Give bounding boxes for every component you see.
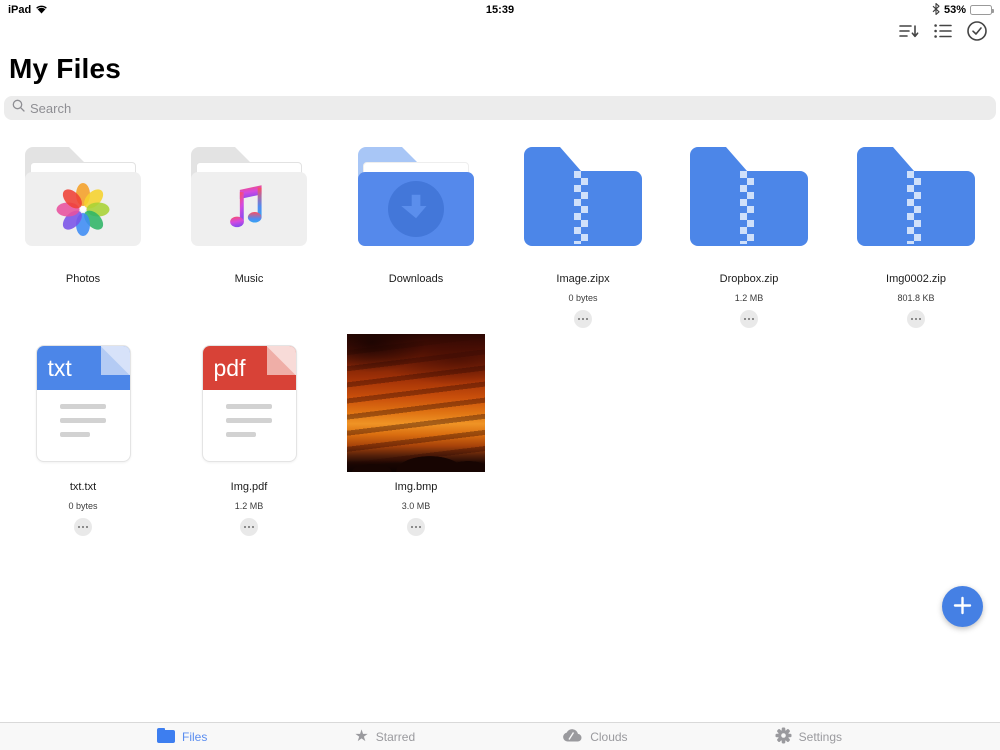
file-item-music[interactable]: Music bbox=[166, 140, 332, 285]
download-arrow-icon bbox=[388, 181, 444, 237]
file-item-downloads[interactable]: Downloads bbox=[333, 140, 499, 285]
plus-icon bbox=[953, 596, 972, 618]
file-item-photos[interactable]: Photos bbox=[0, 140, 166, 285]
folder-icon bbox=[157, 727, 175, 743]
text-lines-icon bbox=[203, 404, 296, 437]
txt-file-icon: txt bbox=[35, 345, 131, 462]
item-name: Img0002.zip bbox=[886, 273, 946, 285]
cloud-icon bbox=[562, 728, 583, 745]
tab-settings[interactable]: Settings bbox=[775, 727, 842, 747]
item-size: 1.2 MB bbox=[234, 501, 264, 511]
file-item-img0002-zip[interactable]: Img0002.zip 801.8 KB bbox=[833, 140, 999, 328]
select-circle-check-icon[interactable] bbox=[964, 18, 990, 44]
tab-starred[interactable]: ★ Starred bbox=[354, 727, 416, 745]
battery-icon bbox=[970, 5, 994, 15]
star-icon: ★ bbox=[354, 727, 369, 745]
pdf-file-icon: pdf bbox=[201, 345, 297, 462]
file-item-bmp[interactable]: Img.bmp 3.0 MB bbox=[333, 330, 499, 536]
item-name: Photos bbox=[65, 273, 101, 285]
more-options-button[interactable] bbox=[907, 310, 925, 328]
tab-label: Clouds bbox=[590, 729, 628, 744]
sort-descending-icon[interactable] bbox=[896, 18, 922, 44]
more-options-button[interactable] bbox=[74, 518, 92, 536]
toolbar bbox=[896, 18, 990, 44]
file-item-dropbox-zip[interactable]: Dropbox.zip 1.2 MB bbox=[666, 140, 832, 328]
item-name: Music bbox=[234, 273, 264, 285]
photos-folder-icon bbox=[25, 147, 141, 246]
tab-clouds[interactable]: Clouds bbox=[562, 728, 628, 745]
status-bar: iPad 15:39 53% bbox=[0, 0, 1000, 20]
file-item-txt[interactable]: txt txt.txt 0 bytes bbox=[0, 330, 166, 536]
tab-files[interactable]: Files bbox=[157, 727, 208, 744]
item-size: 1.2 MB bbox=[734, 293, 764, 303]
item-name: Img.bmp bbox=[394, 481, 438, 493]
sunset-image-thumbnail bbox=[347, 334, 485, 472]
file-manager-screen: iPad 15:39 53% My Files Search Photos Mu… bbox=[0, 0, 1000, 750]
add-file-button[interactable] bbox=[942, 586, 983, 627]
tab-label: Starred bbox=[375, 729, 416, 744]
more-options-button[interactable] bbox=[240, 518, 258, 536]
search-icon bbox=[12, 99, 25, 117]
item-size: 801.8 KB bbox=[897, 293, 935, 303]
zip-folder-icon bbox=[857, 147, 975, 246]
more-options-button[interactable] bbox=[740, 310, 758, 328]
file-item-image-zipx[interactable]: Image.zipx 0 bytes bbox=[500, 140, 666, 328]
file-item-pdf[interactable]: pdf Img.pdf 1.2 MB bbox=[166, 330, 332, 536]
item-name: Img.pdf bbox=[230, 481, 268, 493]
text-lines-icon bbox=[37, 404, 130, 437]
item-name: txt.txt bbox=[69, 481, 97, 493]
zipper-icon bbox=[907, 171, 921, 244]
item-name: Image.zipx bbox=[556, 273, 610, 285]
zipper-icon bbox=[574, 171, 588, 244]
downloads-folder-icon bbox=[358, 147, 474, 246]
more-options-button[interactable] bbox=[407, 518, 425, 536]
zipper-icon bbox=[740, 171, 754, 244]
item-size: 0 bytes bbox=[68, 501, 98, 511]
list-view-icon[interactable] bbox=[930, 18, 956, 44]
more-options-button[interactable] bbox=[574, 310, 592, 328]
tab-label: Settings bbox=[798, 729, 842, 744]
photos-flower-icon bbox=[55, 181, 111, 237]
music-note-icon bbox=[226, 183, 272, 236]
item-size: 3.0 MB bbox=[401, 501, 431, 511]
clock: 15:39 bbox=[485, 4, 515, 16]
item-name: Dropbox.zip bbox=[719, 273, 779, 285]
tab-bar: Files ★ Starred Clouds Settings bbox=[0, 722, 1000, 750]
page-title: My Files bbox=[9, 53, 122, 84]
music-folder-icon bbox=[191, 147, 307, 246]
zip-folder-icon bbox=[690, 147, 808, 246]
search-input[interactable] bbox=[30, 100, 988, 116]
item-size: 0 bytes bbox=[568, 293, 598, 303]
tab-label: Files bbox=[182, 729, 208, 744]
zip-folder-icon bbox=[524, 147, 642, 246]
item-name: Downloads bbox=[388, 273, 444, 285]
search-bar[interactable] bbox=[4, 96, 996, 120]
gear-icon bbox=[775, 727, 792, 747]
